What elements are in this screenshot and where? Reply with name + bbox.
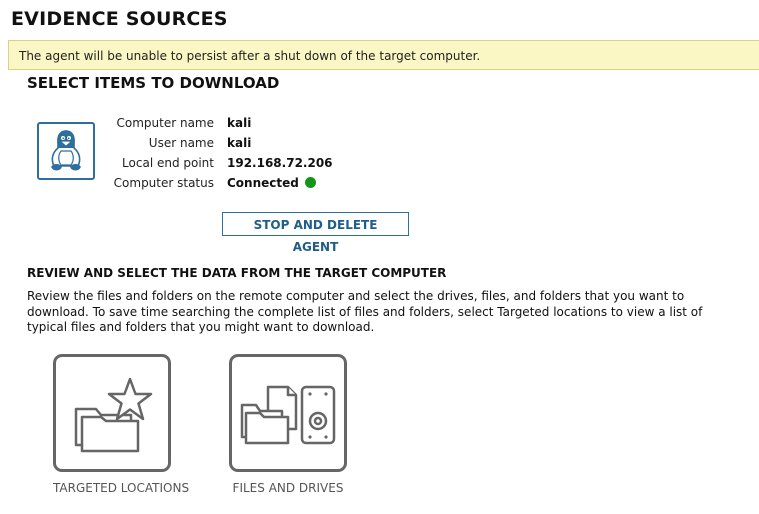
warning-text: The agent will be unable to persist afte…	[19, 49, 481, 63]
computer-status-value: Connected	[227, 176, 316, 190]
linux-tux-icon	[37, 122, 95, 180]
select-items-heading: SELECT ITEMS TO DOWNLOAD	[27, 74, 280, 92]
computer-status-row: Computer status Connected	[100, 176, 400, 192]
computer-name-row: Computer name kali	[100, 116, 400, 132]
files-and-drives-tile[interactable]	[229, 354, 347, 472]
targeted-locations-label: TARGETED LOCATIONS	[53, 481, 190, 495]
warning-banner: The agent will be unable to persist afte…	[8, 40, 759, 70]
folder-star-icon	[74, 377, 153, 453]
local-endpoint-row: Local end point 192.168.72.206	[100, 156, 400, 172]
computer-status-text: Connected	[227, 176, 299, 190]
files-drive-icon	[240, 385, 336, 445]
files-and-drives-label: FILES AND DRIVES	[232, 481, 344, 495]
review-heading: REVIEW AND SELECT THE DATA FROM THE TARG…	[27, 266, 447, 280]
local-endpoint-label: Local end point	[122, 156, 214, 170]
stop-and-delete-agent-button[interactable]: STOP AND DELETE AGENT	[222, 212, 409, 254]
computer-name-value: kali	[227, 116, 252, 130]
tux-glyph	[51, 130, 81, 171]
user-name-label: User name	[148, 136, 214, 150]
computer-status-label: Computer status	[113, 176, 214, 190]
page-title: EVIDENCE SOURCES	[11, 8, 228, 30]
computer-name-label: Computer name	[116, 116, 215, 130]
connected-status-icon	[304, 177, 316, 188]
user-name-value: kali	[227, 136, 252, 150]
local-endpoint-value: 192.168.72.206	[227, 156, 333, 170]
targeted-locations-tile[interactable]	[53, 354, 171, 472]
review-description: Review the files and folders on the remo…	[27, 289, 703, 334]
user-name-row: User name kali	[100, 136, 400, 152]
evidence-sources-page: EVIDENCE SOURCES The agent will be unabl…	[0, 0, 759, 514]
